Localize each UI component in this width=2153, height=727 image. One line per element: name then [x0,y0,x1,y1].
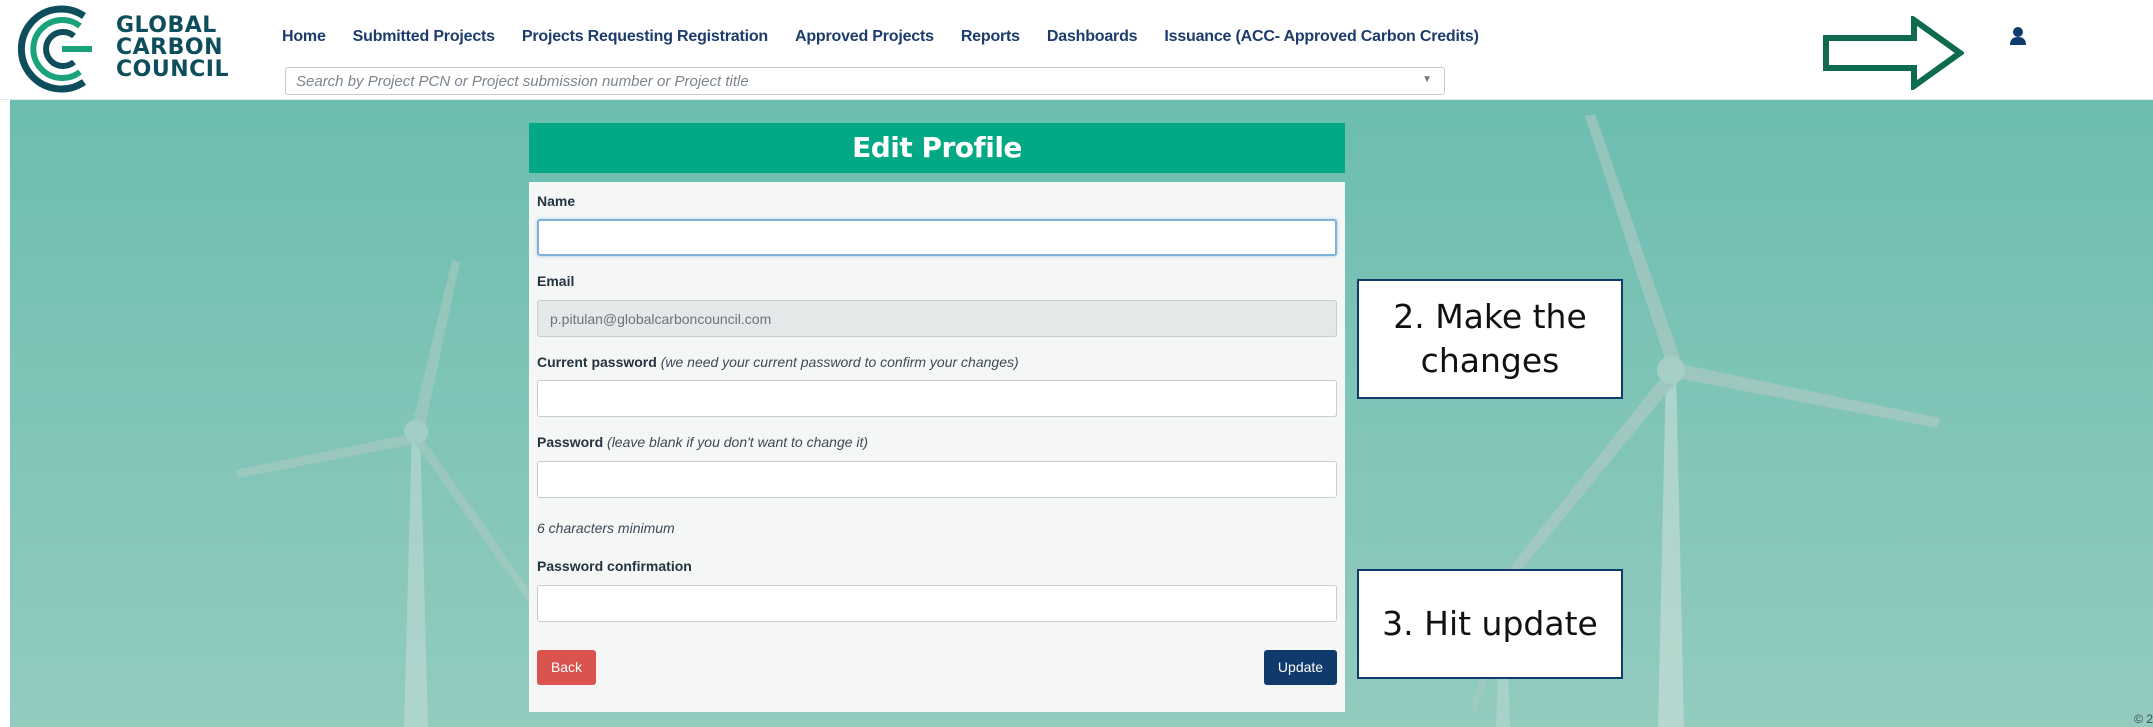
annotation-step-2: 2. Make the changes [1357,279,1623,399]
page-title: Edit Profile [529,123,1345,173]
password-confirmation-field[interactable] [537,585,1337,622]
name-value-redacted [551,228,639,246]
copyright-text: © 2 [2134,712,2153,726]
top-header: GLOBAL CARBON COUNCIL Home Submitted Pro… [0,0,2153,100]
logo-text: GLOBAL CARBON COUNCIL [116,15,236,81]
user-icon[interactable] [2010,26,2026,46]
gcc-arc-logo-icon [17,5,92,93]
project-search[interactable]: ▼ [285,67,1445,95]
update-button[interactable]: Update [1264,650,1337,685]
password-hint: (leave blank if you don't want to change… [607,434,869,450]
logo-line-1: GLOBAL [116,13,217,38]
email-label: Email [537,273,575,289]
nav-issuance[interactable]: Issuance (ACC- Approved Carbon Credits) [1164,28,1479,46]
password-confirmation-label: Password confirmation [537,558,692,574]
logo[interactable]: GLOBAL CARBON COUNCIL [14,4,228,94]
annotation-step-2-text: 2. Make the changes [1393,297,1587,380]
password-label: Password (leave blank if you don't want … [537,434,868,450]
nav-approved-projects[interactable]: Approved Projects [795,28,934,46]
back-button[interactable]: Back [537,650,596,685]
annotation-step-3-text: 3. Hit update [1382,604,1598,643]
name-field[interactable] [537,219,1337,256]
nav-reports[interactable]: Reports [961,28,1020,46]
left-edge-strip [0,100,10,727]
name-label: Name [537,193,576,209]
main-nav: Home Submitted Projects Projects Request… [282,28,1506,46]
nav-projects-requesting-registration[interactable]: Projects Requesting Registration [522,28,768,46]
right-arrow-outline-icon [1823,16,1964,90]
current-password-field[interactable] [537,380,1337,417]
password-label-text: Password [537,434,604,450]
edit-profile-form: Name Email Current password (we need you… [529,182,1345,712]
logo-line-3: COUNCIL [116,57,229,82]
current-password-hint: (we need your current password to confir… [660,354,1019,370]
password-min-hint: 6 characters minimum [537,520,675,536]
nav-submitted-projects[interactable]: Submitted Projects [353,28,495,46]
logo-line-2: CARBON [116,35,223,60]
nav-dashboards[interactable]: Dashboards [1047,28,1138,46]
password-field[interactable] [537,461,1337,498]
current-password-label: Current password (we need your current p… [537,354,1019,370]
email-field [537,300,1337,337]
current-password-label-text: Current password [537,354,657,370]
nav-home[interactable]: Home [282,28,326,46]
dropdown-caret-icon[interactable]: ▼ [1422,74,1432,85]
annotation-step-3: 3. Hit update [1357,569,1623,679]
project-search-input[interactable] [286,68,1416,94]
user-name-redacted[interactable] [2030,29,2108,51]
